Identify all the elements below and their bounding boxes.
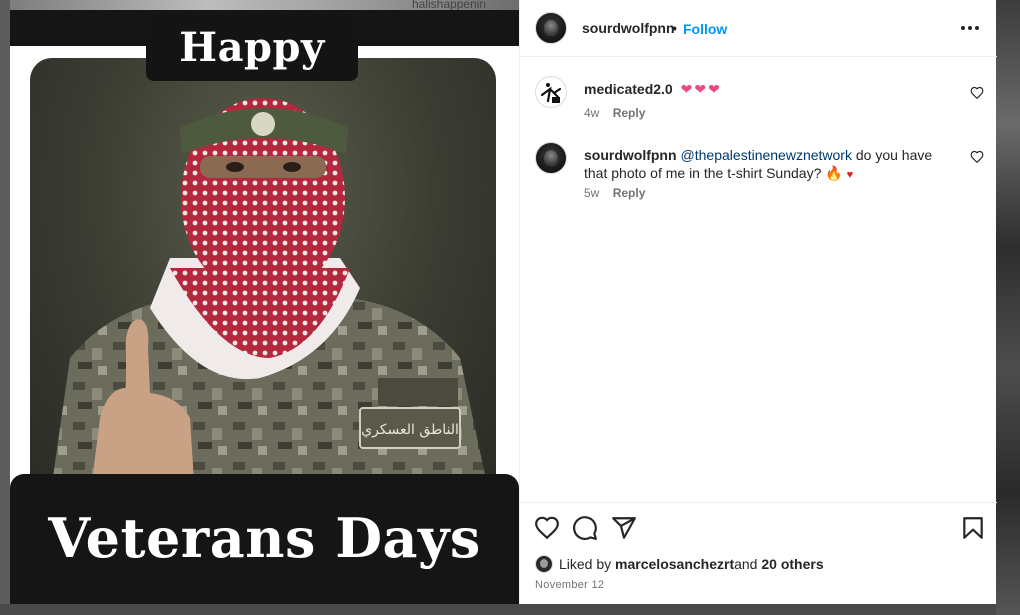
liked-by-others[interactable]: 20 others xyxy=(761,556,823,572)
post-date[interactable]: November 12 xyxy=(535,579,604,591)
comment-age: 5w xyxy=(584,186,600,200)
veterans-days-text: Veterans Days xyxy=(48,506,481,570)
post-image[interactable]: الناطق العسكري Happy Veterans Days xyxy=(10,10,519,604)
liked-by-and: and xyxy=(734,556,758,572)
comment-meta: 5w Reply xyxy=(584,186,645,200)
author-username[interactable]: sourdwolfpnn xyxy=(582,20,675,36)
red-heart-emoji: ♥ xyxy=(846,169,854,181)
comment-text: sourdwolfpnn @thepalestinenewznetwork do … xyxy=(584,146,944,184)
like-heart-icon[interactable] xyxy=(534,515,560,541)
post-side-panel: sourdwolfpnn • Follow medicated2.0 ❤❤❤ 4… xyxy=(519,0,997,604)
comment-bubble-icon[interactable] xyxy=(572,515,598,541)
reply-button[interactable]: Reply xyxy=(613,106,646,120)
happy-text: Happy xyxy=(179,24,325,71)
fire-emoji: 🔥 xyxy=(825,165,843,181)
comment-meta: 4w Reply xyxy=(584,106,645,120)
post-photo: الناطق العسكري xyxy=(30,58,496,498)
happy-banner: Happy xyxy=(146,14,358,81)
svg-text:الناطق العسكري: الناطق العسكري xyxy=(361,422,459,438)
liked-by-prefix: Liked by xyxy=(559,556,612,572)
share-send-icon[interactable] xyxy=(611,515,637,541)
backdrop-left xyxy=(0,0,10,615)
liker-avatar xyxy=(535,555,553,573)
header-separator: • xyxy=(672,20,677,36)
likes-summary[interactable]: Liked by marcelosanchezrt and 20 others xyxy=(535,555,824,573)
comment-text: medicated2.0 ❤❤❤ xyxy=(584,80,944,98)
comment-username[interactable]: sourdwolfpnn xyxy=(584,147,677,163)
commenter-avatar[interactable] xyxy=(535,142,567,174)
follow-button[interactable]: Follow xyxy=(683,21,727,37)
reply-button[interactable]: Reply xyxy=(613,186,646,200)
avatar-glyph-icon xyxy=(540,83,562,103)
liked-by-user[interactable]: marcelosanchezrt xyxy=(615,556,734,572)
backdrop-bottom xyxy=(0,604,996,615)
heart-icon[interactable] xyxy=(970,86,984,100)
mention-link[interactable]: @thepalestinenewznetwork xyxy=(681,147,852,163)
hearts-emoji: ❤❤❤ xyxy=(680,81,722,97)
post-header: sourdwolfpnn • Follow xyxy=(520,0,997,57)
more-options-icon[interactable] xyxy=(960,18,980,38)
backdrop-right xyxy=(996,0,1020,615)
photo-illustration: الناطق العسكري xyxy=(50,98,490,498)
comment-age: 4w xyxy=(584,106,600,120)
heart-icon[interactable] xyxy=(970,150,984,164)
post-actions: Liked by marcelosanchezrt and 20 others … xyxy=(520,502,997,604)
bookmark-icon[interactable] xyxy=(960,515,986,541)
commenter-avatar[interactable] xyxy=(535,76,567,108)
author-avatar[interactable] xyxy=(535,12,567,44)
comment-username[interactable]: medicated2.0 xyxy=(584,81,673,97)
